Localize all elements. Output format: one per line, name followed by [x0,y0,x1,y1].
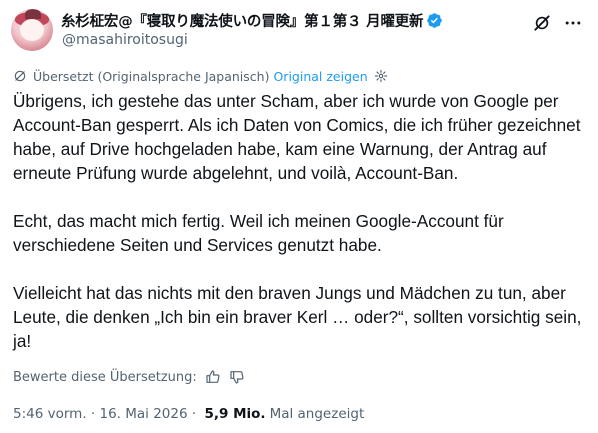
author-handle[interactable]: @masahiroitosugi [62,32,188,48]
author-name-row: 糸杉柾宏@『寝取り魔法使いの冒険』第１第３ 月曜更新 [61,10,443,30]
translation-notice: Übersetzt (Originalsprache Japanisch) Or… [13,67,388,85]
tweet-header: 糸杉柾宏@『寝取り魔法使いの冒険』第１第３ 月曜更新 @masahiroitos… [11,9,591,55]
tweet-meta: 5:46 vorm. · 16. Mai 2026 · 5,9 Mio. Mal… [13,404,364,424]
more-icon[interactable] [560,11,586,35]
thumbs-up-icon[interactable] [205,369,221,385]
tweet-paragraph: Übrigens, ich gestehe das unter Scham, a… [13,91,581,183]
translated-label: Übersetzt (Originalsprache Japanisch) [33,68,270,84]
tweet-text: Übrigens, ich gestehe das unter Scham, a… [13,89,588,353]
grok-icon[interactable] [530,11,554,35]
thumbs-down-icon[interactable] [229,369,245,385]
tweet-time[interactable]: 5:46 vorm. [13,406,87,422]
tweet-paragraph: Echt, das macht mich fertig. Weil ich me… [13,211,504,255]
rate-translation: Bewerte diese Übersetzung: [13,367,245,387]
views-count[interactable]: 5,9 Mio. [204,406,265,422]
avatar[interactable] [11,9,53,51]
meta-separator: · [86,406,100,422]
show-original-link[interactable]: Original zeigen [273,69,367,84]
translate-icon [13,69,27,83]
verified-badge-icon [426,12,443,29]
tweet-date[interactable]: 16. Mai 2026 [100,406,188,422]
tweet-paragraph: Vielleicht hat das nichts mit den braven… [13,283,582,351]
meta-separator: · [187,406,201,422]
rate-translation-label: Bewerte diese Übersetzung: [13,369,197,385]
views-label: Mal angezeigt [269,406,365,422]
author-display-name[interactable]: 糸杉柾宏@『寝取り魔法使いの冒険』第１第３ 月曜更新 [61,10,424,31]
gear-icon[interactable] [374,69,388,83]
